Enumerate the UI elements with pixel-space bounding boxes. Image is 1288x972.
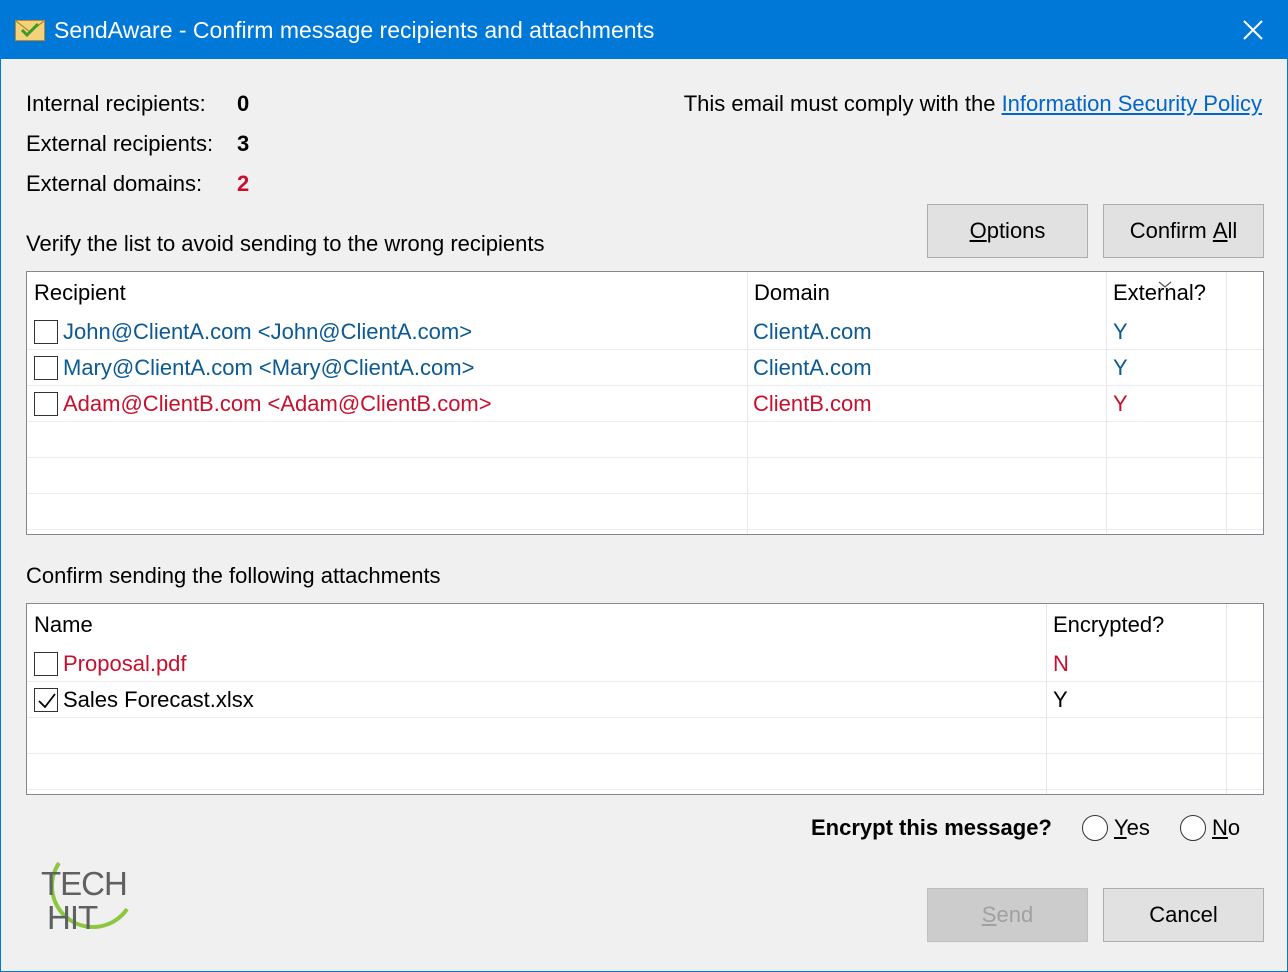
recipient-domain: ClientA.com (753, 319, 872, 344)
external-domains-count: 2 (237, 171, 250, 196)
encrypt-yes-label[interactable]: Yes (1114, 815, 1150, 841)
close-icon[interactable] (1229, 9, 1277, 51)
cancel-label: Cancel (1149, 902, 1218, 927)
recipients-section-label: Verify the list to avoid sending to the … (26, 231, 545, 256)
confirm-all-label-accel: A (1212, 218, 1228, 243)
external-recipients-label: External recipients: (26, 131, 214, 156)
recipient-row[interactable]: John@ClientA.com <John@ClientA.com> Clie… (27, 314, 1263, 350)
policy-prefix: This email must comply with the (683, 91, 1002, 116)
column-header-recipient[interactable]: Recipient (27, 272, 747, 314)
attachment-row[interactable]: Sales Forecast.xlsx Y (27, 682, 1263, 718)
empty-row (27, 422, 1263, 458)
recipient-address: John@ClientA.com <John@ClientA.com> (63, 319, 473, 344)
recipient-external: Y (1113, 319, 1128, 344)
column-header-domain[interactable]: Domain (747, 272, 1106, 314)
envelope-check-icon (15, 20, 45, 41)
encrypt-yes-rest: es (1126, 815, 1150, 840)
send-rest: end (996, 902, 1034, 927)
attachment-encrypted: Y (1053, 687, 1068, 712)
recipient-checkbox[interactable] (34, 320, 58, 344)
attachment-checkbox[interactable] (34, 688, 58, 712)
encrypt-yes-radio[interactable] (1082, 815, 1108, 841)
sendaware-dialog: SendAware - Confirm message recipients a… (0, 0, 1288, 972)
empty-row (27, 754, 1263, 790)
confirm-all-button[interactable]: Confirm All (1103, 204, 1264, 258)
confirm-all-label-post: ll (1227, 218, 1238, 243)
recipients-list[interactable]: Recipient Domain External? John@ClientA.… (26, 271, 1264, 535)
attachments-list-header: Name Encrypted? (27, 604, 1263, 646)
logo-line2: HIT (47, 899, 98, 936)
encrypt-no-rest: o (1227, 815, 1241, 840)
internal-recipients-label: Internal recipients: (26, 91, 206, 116)
attachments-list[interactable]: Name Encrypted? Proposal.pdf N Sales For… (26, 603, 1264, 795)
encrypt-no-radio[interactable] (1180, 815, 1206, 841)
recipient-address: Adam@ClientB.com <Adam@ClientB.com> (63, 391, 492, 416)
title-bar: SendAware - Confirm message recipients a… (1, 1, 1287, 59)
recipient-checkbox[interactable] (34, 356, 58, 380)
empty-row (27, 458, 1263, 494)
recipient-checkbox[interactable] (34, 392, 58, 416)
confirm-all-label-pre: Confirm (1129, 218, 1213, 243)
recipient-domain: ClientB.com (753, 391, 872, 416)
external-domains-label: External domains: (26, 171, 203, 196)
cancel-button[interactable]: Cancel (1103, 888, 1264, 942)
internal-recipients-count: 0 (237, 91, 250, 116)
recipient-address: Mary@ClientA.com <Mary@ClientA.com> (63, 355, 475, 380)
checkmark-icon (38, 693, 56, 709)
sort-chevron-icon (1158, 276, 1172, 294)
column-header-encrypted[interactable]: Encrypted? (1046, 604, 1226, 646)
attachment-checkbox[interactable] (34, 652, 58, 676)
window-title: SendAware - Confirm message recipients a… (54, 17, 655, 43)
policy-link[interactable]: Information Security Policy (1002, 91, 1262, 116)
attachments-section-label: Confirm sending the following attachment… (26, 563, 441, 588)
recipient-external: Y (1113, 391, 1128, 416)
encrypt-yes-accel: Y (1114, 815, 1127, 840)
column-header-name[interactable]: Name (27, 604, 1046, 646)
encrypt-no-accel: N (1212, 815, 1228, 840)
encrypt-no-label[interactable]: No (1212, 815, 1240, 841)
recipient-external: Y (1113, 355, 1128, 380)
logo-line1: TECH (41, 865, 127, 902)
recipient-row[interactable]: Mary@ClientA.com <Mary@ClientA.com> Clie… (27, 350, 1263, 386)
attachment-name: Proposal.pdf (63, 651, 187, 676)
attachment-encrypted: N (1053, 651, 1069, 676)
send-accel: S (981, 902, 997, 927)
policy-notice: This email must comply with the Informat… (684, 91, 1262, 117)
recipients-list-header: Recipient Domain External? (27, 272, 1263, 314)
attachment-name: Sales Forecast.xlsx (63, 687, 254, 712)
empty-row (27, 718, 1263, 754)
encrypt-message-label: Encrypt this message? (811, 815, 1052, 840)
options-button[interactable]: Options (927, 204, 1088, 258)
empty-row (27, 494, 1263, 530)
external-recipients-count: 3 (237, 131, 250, 156)
recipient-domain: ClientA.com (753, 355, 872, 380)
send-button[interactable]: Send (927, 888, 1088, 942)
techhit-logo: TECH HIT (23, 859, 133, 947)
attachment-row[interactable]: Proposal.pdf N (27, 646, 1263, 682)
options-button-label: Options (969, 218, 1046, 243)
recipient-row[interactable]: Adam@ClientB.com <Adam@ClientB.com> Clie… (27, 386, 1263, 422)
